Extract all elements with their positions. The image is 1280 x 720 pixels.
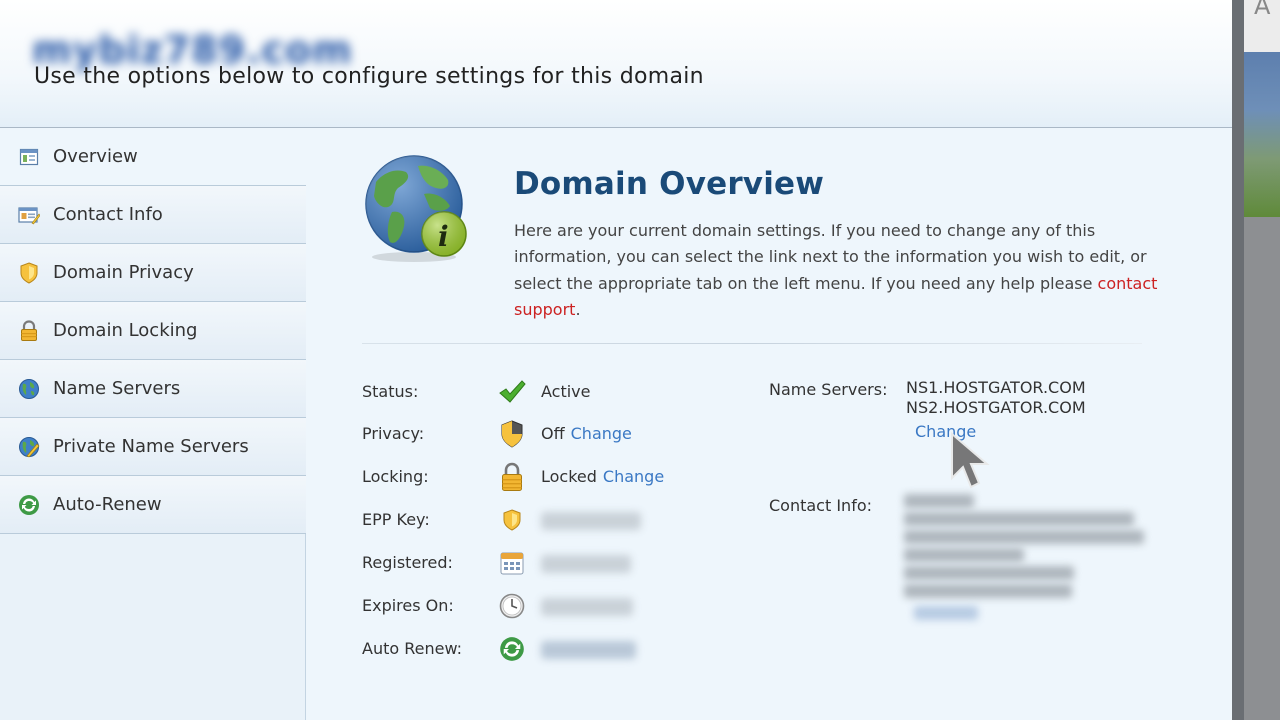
locking-row: Locking: Locked Change — [362, 462, 722, 493]
sidebar-item-auto-renew[interactable]: Auto-Renew — [0, 476, 306, 534]
page-title: Domain Overview — [514, 166, 825, 202]
renew-arrows-icon — [18, 494, 40, 516]
expires-label: Expires On: — [362, 596, 454, 615]
background-window-titlebar: A — [1244, 0, 1280, 52]
registered-value-redacted — [541, 555, 631, 573]
status-row: Status: Active — [362, 378, 722, 408]
shield-small-icon — [498, 506, 526, 534]
privacy-value-wrap: Off Change — [541, 424, 632, 443]
renew-arrows-icon — [498, 635, 526, 663]
sidebar-item-label: Contact Info — [53, 204, 163, 225]
sidebar-item-name-servers[interactable]: Name Servers — [0, 360, 306, 418]
privacy-value: Off — [541, 424, 565, 443]
sidebar-item-domain-locking[interactable]: Domain Locking — [0, 302, 306, 360]
locking-value-wrap: Locked Change — [541, 467, 664, 486]
shield-icon — [498, 420, 526, 448]
epp-key-value-redacted — [541, 512, 641, 530]
registered-row: Registered: — [362, 549, 722, 579]
sidebar-item-label: Name Servers — [53, 378, 181, 399]
svg-text:i: i — [438, 220, 449, 253]
name-servers-label: Name Servers: — [769, 380, 888, 399]
background-window-panel — [1244, 217, 1280, 720]
expires-row: Expires On: — [362, 592, 722, 622]
locking-change-link[interactable]: Change — [603, 467, 664, 486]
padlock-icon — [18, 319, 40, 342]
expires-value-redacted — [541, 598, 633, 616]
mouse-cursor-icon — [951, 432, 990, 489]
clock-icon — [498, 592, 526, 620]
intro-paragraph: Here are your current domain settings. I… — [514, 218, 1164, 323]
name-servers-list: NS1.HOSTGATOR.COM NS2.HOSTGATOR.COM — [906, 378, 1086, 418]
contact-info-label: Contact Info: — [769, 496, 873, 515]
privacy-label: Privacy: — [362, 424, 425, 443]
auto-renew-label: Auto Renew: — [362, 639, 463, 658]
background-window-image — [1244, 52, 1280, 217]
sidebar-item-private-name-servers[interactable]: Private Name Servers — [0, 418, 306, 476]
intro-text-end: . — [575, 299, 581, 319]
main-content: i Domain Overview Here are your current … — [306, 128, 1232, 720]
intro-text: Here are your current domain settings. I… — [514, 221, 1147, 293]
epp-key-row: EPP Key: — [362, 506, 722, 536]
contact-info-redacted — [904, 488, 1144, 648]
sidebar-item-label: Domain Privacy — [53, 262, 194, 283]
sidebar-item-overview[interactable]: Overview — [0, 128, 306, 186]
calendar-icon — [498, 549, 526, 577]
section-divider — [362, 343, 1142, 344]
sidebar-item-label: Private Name Servers — [53, 436, 249, 457]
sidebar: Overview Contact Info Domain Privacy Dom… — [0, 128, 306, 720]
sidebar-item-contact-info[interactable]: Contact Info — [0, 186, 306, 244]
globe-info-icon: i — [365, 155, 467, 262]
background-window: A — [1230, 0, 1280, 720]
status-label: Status: — [362, 382, 419, 401]
overview-icon — [18, 146, 40, 168]
auto-renew-value-redacted — [541, 641, 636, 659]
locking-label: Locking: — [362, 467, 429, 486]
globe-pencil-icon — [18, 436, 40, 458]
sidebar-item-label: Domain Locking — [53, 320, 198, 341]
sidebar-item-domain-privacy[interactable]: Domain Privacy — [0, 244, 306, 302]
padlock-icon — [498, 462, 526, 491]
contact-card-icon — [18, 204, 40, 226]
name-server-1: NS1.HOSTGATOR.COM — [906, 378, 1086, 397]
modal-header: mybiz789.com Use the options below to co… — [0, 0, 1232, 128]
checkmark-icon — [498, 378, 526, 406]
name-server-2: NS2.HOSTGATOR.COM — [906, 398, 1086, 417]
domain-settings-modal: mybiz789.com Use the options below to co… — [0, 0, 1232, 720]
sidebar-item-label: Overview — [53, 146, 138, 167]
globe-icon — [18, 378, 40, 400]
sidebar-item-label: Auto-Renew — [53, 494, 162, 515]
epp-key-label: EPP Key: — [362, 510, 430, 529]
auto-renew-row: Auto Renew: — [362, 635, 722, 665]
privacy-change-link[interactable]: Change — [571, 424, 632, 443]
background-window-text: A — [1254, 0, 1271, 20]
locking-value: Locked — [541, 467, 597, 486]
shield-icon — [18, 261, 40, 284]
registered-label: Registered: — [362, 553, 453, 572]
privacy-row: Privacy: Off Change — [362, 420, 722, 450]
status-value: Active — [541, 382, 591, 401]
header-subtitle: Use the options below to configure setti… — [34, 64, 704, 89]
